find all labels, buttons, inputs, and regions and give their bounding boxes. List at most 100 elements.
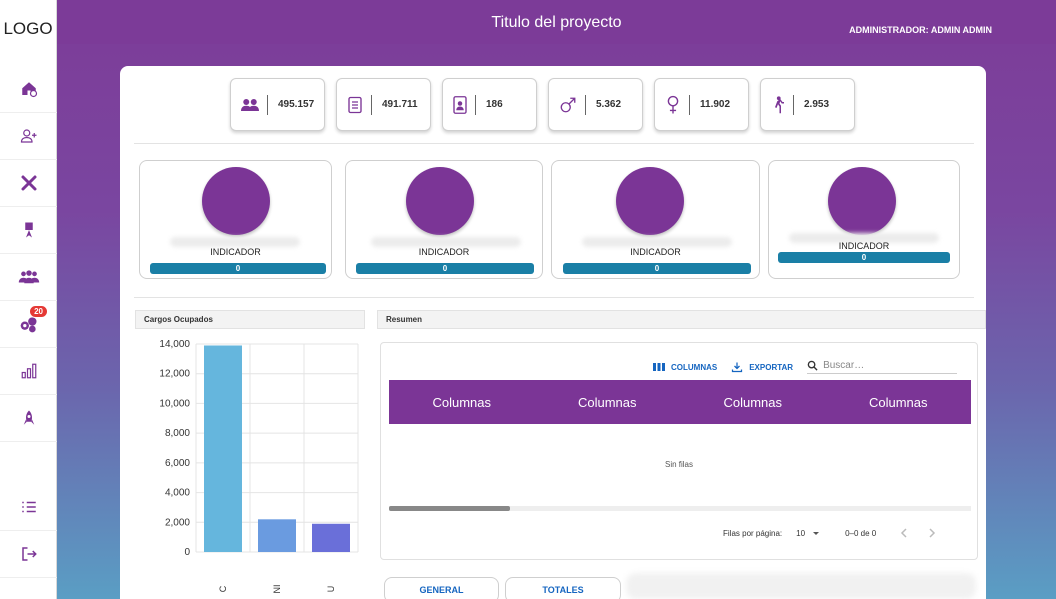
column-header[interactable]: Columnas bbox=[389, 395, 535, 410]
search-icon bbox=[807, 360, 818, 371]
bar bbox=[258, 519, 296, 552]
walking-icon bbox=[775, 95, 784, 113]
divider bbox=[134, 143, 974, 144]
columns-button[interactable]: COLUMNAS bbox=[653, 362, 717, 372]
indicator-value: 0 bbox=[778, 252, 950, 263]
column-header[interactable]: Columnas bbox=[680, 395, 826, 410]
stat-value: 2.953 bbox=[804, 99, 830, 110]
bar-chart-svg: 0 2,000 4,000 6,000 8,000 10,000 12,000 14,000 C… bbox=[159, 339, 359, 594]
divider bbox=[134, 297, 974, 298]
stat-value: 11.902 bbox=[700, 99, 731, 110]
stat-card-badges[interactable]: 186 bbox=[442, 78, 537, 131]
indicator-card[interactable]: INDICADOR 0 bbox=[768, 160, 960, 279]
indicator-label: INDICADOR bbox=[210, 247, 261, 257]
next-page-icon[interactable] bbox=[926, 527, 938, 539]
indicator-circle bbox=[202, 167, 270, 235]
rocket-icon bbox=[23, 410, 34, 425]
rows-per-page-value: 10 bbox=[796, 528, 806, 538]
stat-separator bbox=[475, 94, 476, 115]
export-label: EXPORTAR bbox=[749, 362, 794, 372]
indicator-value: 0 bbox=[150, 263, 326, 274]
indicator-circle bbox=[828, 167, 896, 235]
indicator-card[interactable]: INDICADOR 0 bbox=[345, 160, 543, 279]
sidebar: LOGO 20 bbox=[0, 0, 57, 599]
stat-card-people[interactable]: 495.157 bbox=[230, 78, 325, 131]
bar bbox=[312, 523, 350, 552]
column-header[interactable]: Columnas bbox=[826, 395, 972, 410]
indicator-circle bbox=[406, 167, 474, 235]
empty-message: Sin filas bbox=[664, 460, 693, 469]
sidebar-item-groups[interactable] bbox=[0, 254, 57, 301]
grid-toolbar: COLUMNAS EXPORTAR Buscar… bbox=[653, 360, 958, 374]
sidebar-item-stats[interactable] bbox=[0, 348, 57, 395]
stat-separator bbox=[585, 94, 586, 115]
page-range: 0–0 de 0 bbox=[845, 528, 877, 538]
rows-per-page-select[interactable]: 10 bbox=[796, 528, 821, 538]
sidebar-nav: 20 bbox=[0, 66, 57, 442]
scrollbar-thumb[interactable] bbox=[389, 506, 510, 511]
y-tick-label: 4,000 bbox=[165, 488, 190, 499]
y-tick-label: 2,000 bbox=[165, 517, 190, 528]
logout-icon bbox=[21, 547, 37, 561]
sidebar-item-add-user[interactable] bbox=[0, 113, 57, 160]
y-tick-label: 0 bbox=[184, 547, 190, 558]
home-settings-icon bbox=[21, 82, 37, 98]
prev-page-icon[interactable] bbox=[898, 527, 910, 539]
y-tick-label: 6,000 bbox=[165, 458, 190, 469]
x-tick-label: NI bbox=[272, 585, 282, 594]
blurred-area bbox=[626, 573, 976, 599]
document-icon bbox=[348, 96, 362, 113]
user-label[interactable]: ADMINISTRADOR: ADMIN ADMIN bbox=[849, 25, 992, 35]
indicator-blur bbox=[170, 237, 300, 247]
y-tick-label: 12,000 bbox=[159, 369, 190, 380]
chart-title: Cargos Ocupados bbox=[135, 310, 365, 329]
list-icon bbox=[21, 501, 36, 513]
sidebar-bottom bbox=[0, 484, 57, 578]
tab-general[interactable]: GENERAL bbox=[384, 577, 499, 599]
indicator-card[interactable]: INDICADOR 0 bbox=[551, 160, 760, 279]
add-user-icon bbox=[20, 129, 36, 143]
sidebar-item-rocket[interactable] bbox=[0, 395, 57, 442]
bar-chart: 0 2,000 4,000 6,000 8,000 10,000 12,000 14,000 C… bbox=[132, 338, 372, 599]
export-button[interactable]: EXPORTAR bbox=[731, 361, 793, 373]
notification-badge: 20 bbox=[29, 305, 48, 318]
y-tick-label: 8,000 bbox=[165, 428, 190, 439]
sidebar-item-list[interactable] bbox=[0, 484, 57, 531]
sidebar-item-network[interactable]: 20 bbox=[0, 301, 57, 348]
female-icon bbox=[667, 95, 679, 113]
stat-card-female[interactable]: 11.902 bbox=[654, 78, 749, 131]
indicator-value: 0 bbox=[356, 263, 534, 274]
data-grid: COLUMNAS EXPORTAR Buscar… Columnas Colum… bbox=[380, 342, 978, 560]
indicator-circle bbox=[616, 167, 684, 235]
download-icon bbox=[732, 362, 743, 373]
y-tick-label: 14,000 bbox=[159, 339, 190, 350]
tab-totales[interactable]: TOTALES bbox=[505, 577, 621, 599]
stat-card-documents[interactable]: 491.711 bbox=[336, 78, 431, 131]
sidebar-item-medal[interactable] bbox=[0, 207, 57, 254]
stat-card-male[interactable]: 5.362 bbox=[548, 78, 643, 131]
stat-card-walking[interactable]: 2.953 bbox=[760, 78, 855, 131]
summary-title: Resumen bbox=[377, 310, 986, 329]
stat-value: 5.362 bbox=[596, 99, 622, 110]
column-header[interactable]: Columnas bbox=[535, 395, 681, 410]
search-placeholder: Buscar… bbox=[823, 360, 865, 371]
indicator-blur bbox=[582, 237, 732, 247]
stat-separator bbox=[267, 94, 268, 115]
stat-separator bbox=[689, 94, 690, 115]
search-input[interactable]: Buscar… bbox=[807, 360, 958, 374]
indicator-card[interactable]: INDICADOR 0 bbox=[139, 160, 332, 279]
people-icon bbox=[241, 98, 259, 111]
logo: LOGO bbox=[3, 18, 53, 38]
stat-separator bbox=[371, 94, 372, 115]
male-icon bbox=[560, 97, 576, 112]
sidebar-item-tools[interactable] bbox=[0, 160, 57, 207]
indicator-blur bbox=[371, 237, 521, 247]
stat-value: 186 bbox=[486, 99, 503, 110]
sidebar-item-logout[interactable] bbox=[0, 531, 57, 578]
chevron-down-icon bbox=[813, 532, 820, 535]
stat-value: 491.711 bbox=[382, 99, 418, 110]
stat-separator bbox=[793, 94, 794, 115]
sidebar-item-home[interactable] bbox=[0, 66, 57, 113]
rows-per-page-label: Filas por página: bbox=[723, 528, 783, 538]
y-tick-label: 10,000 bbox=[159, 398, 190, 409]
